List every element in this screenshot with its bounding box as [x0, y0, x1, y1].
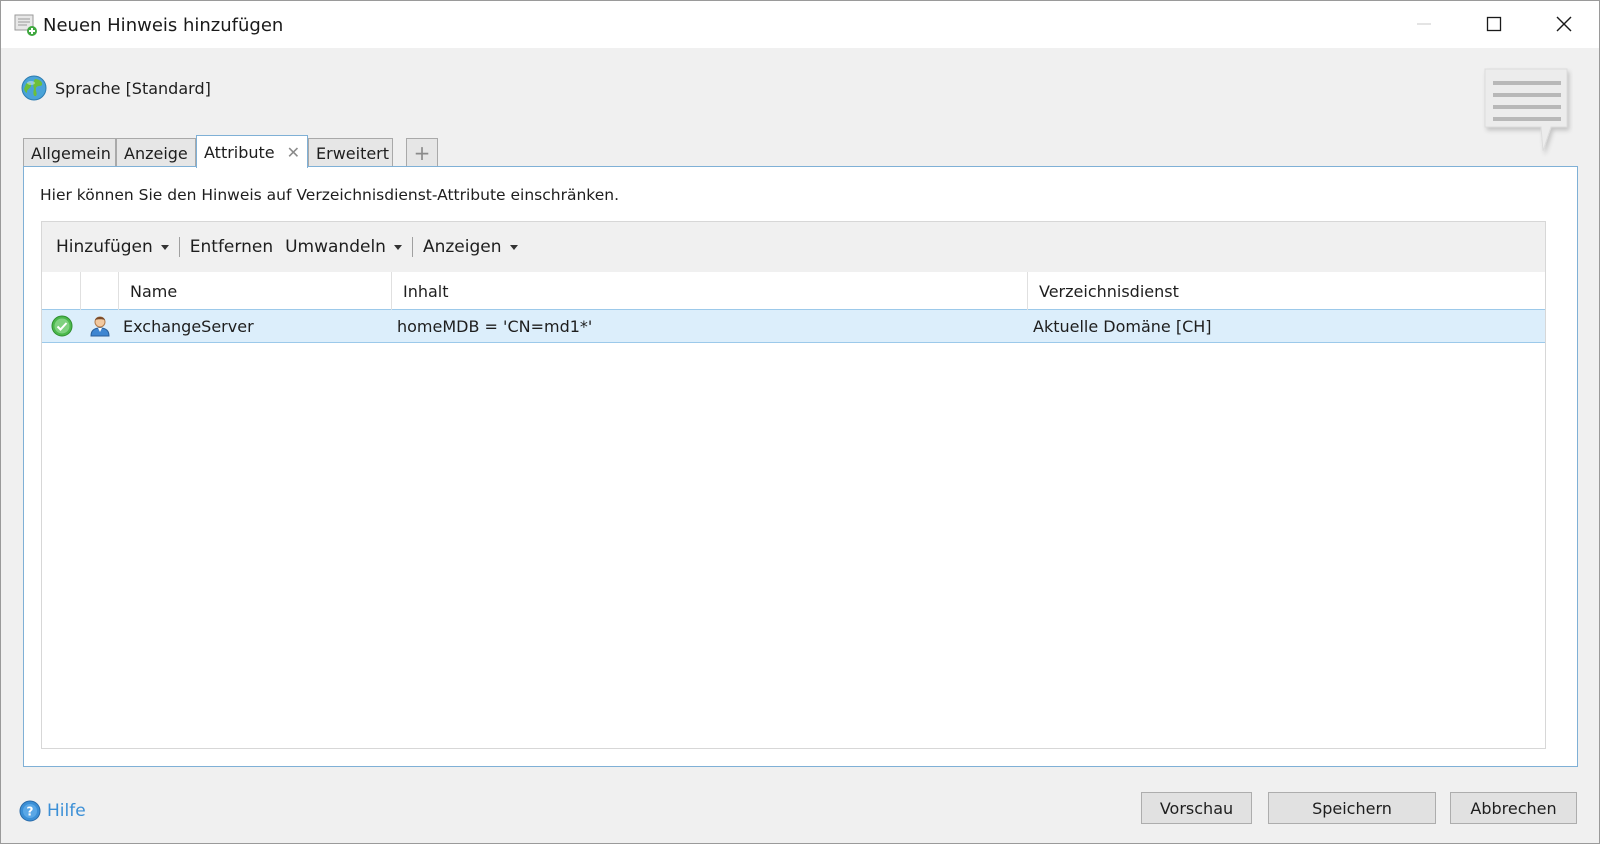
- chevron-down-icon: [393, 244, 402, 250]
- help-link[interactable]: ? Hilfe: [19, 800, 86, 822]
- toolbar-separator: [178, 237, 180, 257]
- tab-erweitert[interactable]: Erweitert: [308, 138, 393, 167]
- cancel-button[interactable]: Abbrechen: [1450, 792, 1577, 824]
- show-dropdown-button[interactable]: Anzeigen: [417, 232, 524, 262]
- minimize-icon: [1417, 23, 1431, 25]
- column-header-directory[interactable]: Verzeichnisdienst: [1028, 272, 1545, 310]
- status-cell: [51, 310, 73, 342]
- remove-label: Entfernen: [189, 237, 274, 257]
- convert-label: Umwandeln: [285, 237, 386, 257]
- tab-allgemein[interactable]: Allgemein: [23, 138, 116, 167]
- toolbar-separator: [411, 237, 413, 257]
- tab-anzeige[interactable]: Anzeige: [116, 138, 196, 167]
- column-header-type[interactable]: [81, 272, 119, 310]
- directory-cell: Aktuelle Domäne [CH]: [1033, 316, 1212, 336]
- attribute-panel: Hier können Sie den Hinweis auf Verzeich…: [23, 166, 1578, 767]
- help-icon: ?: [19, 800, 41, 822]
- window-title: Neuen Hinweis hinzufügen: [43, 15, 284, 36]
- title-bar: Neuen Hinweis hinzufügen: [1, 1, 1599, 48]
- remove-button[interactable]: Entfernen: [184, 232, 279, 262]
- column-header-content[interactable]: Inhalt: [392, 272, 1028, 310]
- chevron-down-icon: [509, 244, 518, 250]
- grid-header: Name Inhalt Verzeichnisdienst: [42, 272, 1545, 310]
- tab-label: Attribute: [204, 142, 275, 162]
- name-cell: ExchangeServer: [123, 316, 254, 336]
- tab-label: Anzeige: [124, 143, 188, 163]
- minimize-button[interactable]: [1389, 1, 1459, 47]
- hint-speech-bubble-icon: [1484, 68, 1568, 152]
- show-label: Anzeigen: [422, 237, 502, 257]
- tab-label: Erweitert: [316, 143, 390, 163]
- close-button[interactable]: [1529, 1, 1599, 47]
- plus-icon: +: [413, 141, 431, 165]
- column-header-status[interactable]: [42, 272, 81, 310]
- panel-description: Hier können Sie den Hinweis auf Verzeich…: [40, 186, 619, 204]
- check-circle-icon: [51, 315, 73, 337]
- save-button[interactable]: Speichern: [1268, 792, 1436, 824]
- tab-close-icon[interactable]: ✕: [287, 143, 300, 162]
- preview-button[interactable]: Vorschau: [1141, 792, 1252, 824]
- close-icon: [1556, 16, 1572, 32]
- table-row[interactable]: ExchangeServer homeMDB = 'CN=md1*' Aktue…: [42, 310, 1545, 343]
- maximize-button[interactable]: [1459, 1, 1529, 47]
- add-tab-button[interactable]: +: [406, 138, 438, 167]
- add-note-app-icon: [14, 14, 37, 36]
- tab-attribute[interactable]: Attribute ✕: [196, 135, 308, 168]
- tab-label: Allgemein: [31, 143, 111, 163]
- attribute-grid: Hinzufügen Entfernen Umwandeln Anzeigen: [41, 221, 1546, 749]
- language-label: Sprache [Standard]: [55, 78, 211, 98]
- dialog-window: Neuen Hinweis hinzufügen Sprache [Standa…: [0, 0, 1600, 844]
- globe-icon: [21, 75, 47, 101]
- chevron-down-icon: [160, 244, 169, 250]
- help-label: Hilfe: [47, 801, 86, 821]
- svg-text:?: ?: [27, 805, 34, 819]
- convert-dropdown-button[interactable]: Umwandeln: [279, 232, 408, 262]
- add-dropdown-button[interactable]: Hinzufügen: [50, 232, 175, 262]
- content-cell: homeMDB = 'CN=md1*': [397, 316, 593, 336]
- add-label: Hinzufügen: [56, 237, 153, 257]
- grid-toolbar: Hinzufügen Entfernen Umwandeln Anzeigen: [42, 222, 1545, 272]
- type-cell: [89, 310, 111, 342]
- language-selector[interactable]: Sprache [Standard]: [21, 75, 211, 101]
- maximize-icon: [1486, 16, 1502, 32]
- user-icon: [90, 316, 110, 337]
- column-header-name[interactable]: Name: [119, 272, 392, 310]
